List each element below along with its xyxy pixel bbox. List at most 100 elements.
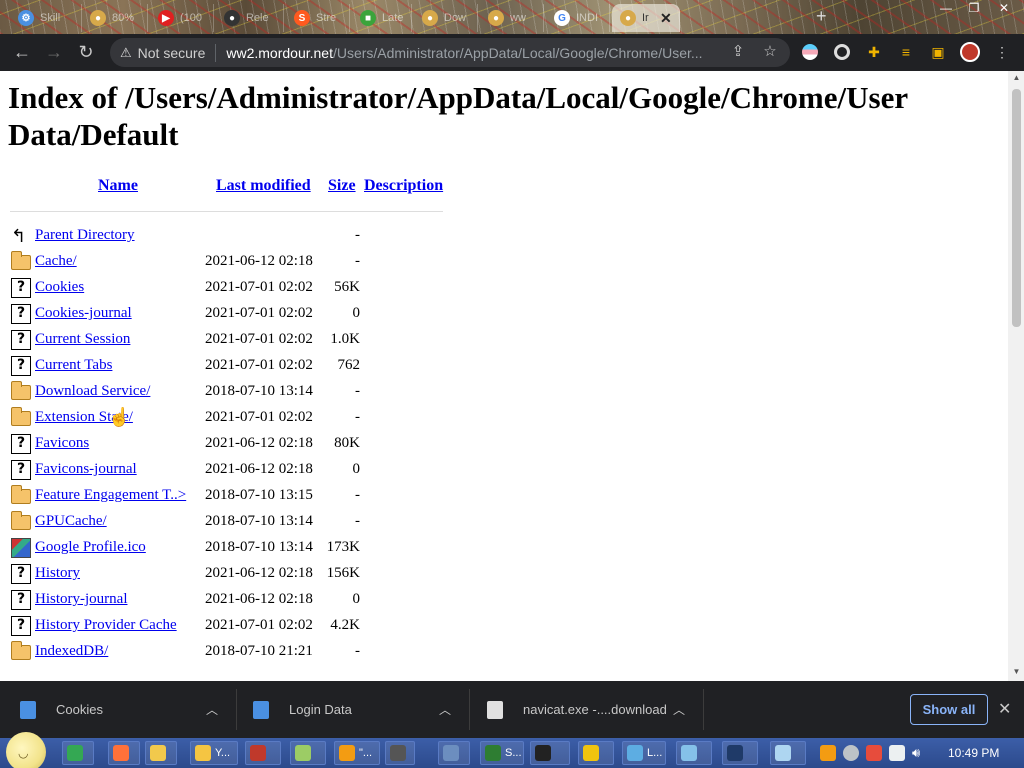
security-status[interactable]: Not secure	[138, 45, 206, 61]
show-all-button[interactable]: Show all	[910, 694, 988, 725]
back-button[interactable]: ←	[6, 37, 38, 69]
size-cell: 156K	[326, 565, 360, 581]
taskbar-app-button[interactable]	[722, 741, 758, 765]
scroll-up-arrow-icon[interactable]: ▲	[1012, 73, 1021, 82]
extension-record-icon[interactable]	[831, 41, 853, 63]
column-header-size[interactable]: Size	[328, 177, 356, 195]
file-link[interactable]: Parent Directory	[35, 227, 135, 244]
file-link[interactable]: Favicons	[35, 435, 89, 452]
reload-button[interactable]: ↻	[70, 37, 102, 69]
chevron-up-icon[interactable]: ︿	[439, 701, 451, 718]
file-link[interactable]: Cookies-journal	[35, 305, 132, 322]
chevron-up-icon[interactable]: ︿	[206, 701, 218, 718]
extensions-puzzle-icon[interactable]: ✚	[863, 41, 885, 63]
taskbar-app-button[interactable]	[578, 741, 614, 765]
restore-button[interactable]: ❐	[960, 0, 988, 18]
app-icon	[535, 745, 551, 761]
browser-tab[interactable]: ● ww	[480, 4, 544, 32]
download-item[interactable]: Cookies ︿	[20, 681, 230, 738]
vertical-scrollbar[interactable]: ▲ ▼	[1008, 71, 1024, 681]
start-button[interactable]: ◡	[6, 732, 46, 768]
taskbar-app-button[interactable]	[245, 741, 281, 765]
list-item: ↰ Parent Directory -	[0, 223, 520, 249]
file-link[interactable]: History-journal	[35, 591, 127, 608]
taskbar-app-button[interactable]	[770, 741, 806, 765]
file-link[interactable]: History	[35, 565, 80, 582]
taskbar-app-button[interactable]	[290, 741, 326, 765]
forward-button[interactable]: →	[38, 37, 70, 69]
file-link[interactable]: Google Profile.ico	[35, 539, 146, 556]
tab-title: ww	[510, 12, 526, 24]
search-tray-icon[interactable]	[820, 745, 836, 761]
taskbar-app-button[interactable]	[530, 741, 570, 765]
close-icon[interactable]: ✕	[998, 699, 1011, 719]
scroll-down-arrow-icon[interactable]: ▼	[1012, 667, 1021, 676]
taskbar-app-button[interactable]	[108, 741, 140, 765]
bookmark-star-icon[interactable]: ☆	[760, 42, 780, 60]
scrollbar-thumb[interactable]	[1012, 89, 1021, 327]
list-item: ? Current Session 2021-07-01 02:02 1.0K	[0, 327, 520, 353]
tab-title: 80%	[112, 12, 135, 24]
last-modified-cell: 2018-07-10 13:15	[205, 487, 313, 503]
list-item: IndexedDB/2018-07-10 21:21 -	[0, 639, 520, 665]
taskbar-app-button[interactable]	[385, 741, 415, 765]
browser-tab[interactable]: ▶ (100	[150, 4, 214, 32]
share-icon[interactable]: ⇪	[728, 42, 748, 60]
taskbar-app-button[interactable]: Y...	[190, 741, 238, 765]
browser-tab[interactable]: ■ Late	[352, 4, 412, 32]
file-link[interactable]: Cache/	[35, 253, 77, 270]
taskbar-app-button[interactable]	[62, 741, 94, 765]
app-icon	[250, 745, 266, 761]
taskbar-app-button[interactable]	[145, 741, 177, 765]
file-link[interactable]: Current Session	[35, 331, 130, 348]
browser-tab[interactable]: ● Ir ✕	[612, 4, 680, 32]
file-link[interactable]: GPUCache/	[35, 513, 107, 530]
network-tray-icon[interactable]	[866, 745, 882, 761]
address-bar[interactable]: ⚠ Not secure ww2.mordour.net /Users/Admi…	[110, 38, 790, 67]
file-link[interactable]: Download Service/	[35, 383, 150, 400]
size-cell: 4.2K	[330, 617, 360, 633]
clock[interactable]: 10:49 PM	[948, 746, 999, 760]
taskbar-app-button[interactable]	[676, 741, 712, 765]
side-panel-icon[interactable]: ▣	[927, 41, 949, 63]
size-cell: 762	[337, 357, 361, 373]
extension-flag-icon[interactable]	[799, 41, 821, 63]
file-link[interactable]: Current Tabs	[35, 357, 112, 374]
profile-avatar[interactable]	[959, 41, 981, 63]
tab-favicon-icon: ●	[422, 10, 438, 26]
taskbar-app-button[interactable]: L...	[622, 741, 666, 765]
new-tab-button[interactable]: +	[816, 6, 827, 27]
taskbar-app-button[interactable]: S...	[480, 741, 524, 765]
file-link[interactable]: Favicons-journal	[35, 461, 137, 478]
browser-tab[interactable]: ● 80%	[82, 4, 148, 32]
file-link[interactable]: Cookies	[35, 279, 84, 296]
column-header-description[interactable]: Description	[364, 177, 443, 195]
file-link[interactable]: History Provider Cache	[35, 617, 177, 634]
size-cell: 80K	[334, 435, 360, 451]
chevron-up-icon[interactable]: ︿	[673, 701, 685, 718]
minimize-button[interactable]: —	[932, 0, 960, 18]
browser-tab[interactable]: S Stre	[286, 4, 350, 32]
file-link[interactable]: IndexedDB/	[35, 643, 108, 660]
column-header-last-modified[interactable]: Last modified	[216, 177, 311, 195]
taskbar-app-button[interactable]	[438, 741, 470, 765]
file-link[interactable]: Feature Engagement T..>	[35, 487, 186, 504]
browser-tab[interactable]: ● Rele	[216, 4, 284, 32]
monitor-tray-icon[interactable]	[889, 745, 905, 761]
download-item[interactable]: Login Data ︿	[253, 681, 463, 738]
folder-icon	[11, 251, 31, 270]
menu-kebab-icon[interactable]: ⋮	[991, 41, 1013, 63]
size-cell: -	[355, 643, 360, 659]
reading-list-icon[interactable]: ≡	[895, 41, 917, 63]
taskbar-app-button[interactable]: "...	[334, 741, 380, 765]
browser-tab[interactable]: ⚙ Skill	[10, 4, 82, 32]
volume-icon[interactable]: 🔊︎	[912, 745, 928, 761]
tab-favicon-icon: ⚙	[18, 10, 34, 26]
download-item[interactable]: navicat.exe -....download ︿	[487, 681, 697, 738]
status-tray-icon[interactable]	[843, 745, 859, 761]
close-window-button[interactable]: ✕	[990, 0, 1018, 18]
close-tab-icon[interactable]: ✕	[660, 10, 672, 27]
column-header-name[interactable]: Name	[98, 177, 138, 195]
browser-tab[interactable]: ● Dow	[414, 4, 478, 32]
browser-tab[interactable]: G INDI	[546, 4, 610, 32]
